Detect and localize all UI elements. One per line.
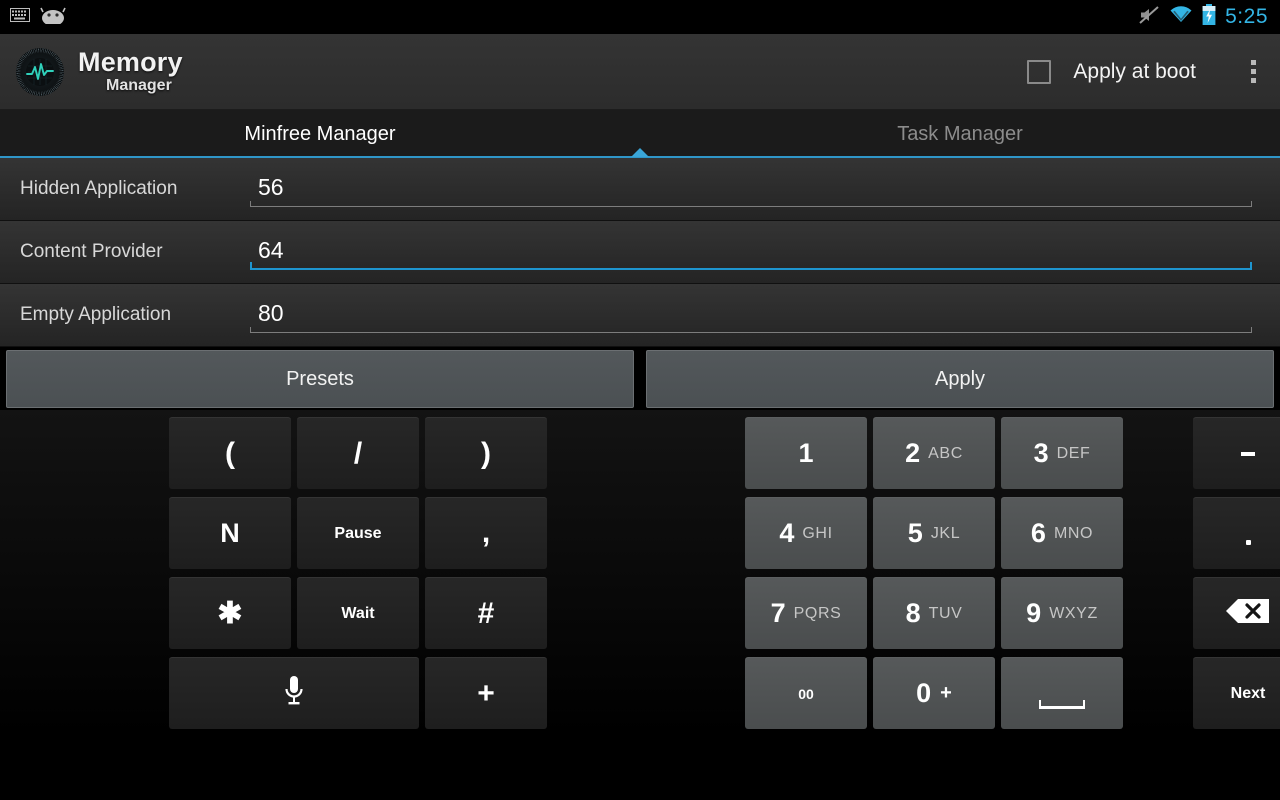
key-8[interactable]: 8 TUV [873,577,995,649]
action-bar-right: Apply at boot [1027,42,1280,102]
key-0[interactable]: 0 + [873,657,995,729]
key-pause[interactable]: Pause [297,497,419,569]
field-empty-application[interactable]: 80 [250,284,1280,347]
app-title-primary: Memory [78,47,183,77]
spacebar-icon [1039,700,1085,709]
key-2[interactable]: 2 ABC [873,417,995,489]
key-wait[interactable]: Wait [297,577,419,649]
key-slash[interactable]: / [297,417,419,489]
key-minus[interactable] [1193,417,1280,489]
memory-waveform-icon [16,47,64,96]
battery-charging-icon [1202,3,1216,31]
key-4[interactable]: 4 GHI [745,497,867,569]
row-hidden-application[interactable]: Hidden Application 56 [0,158,1280,221]
apply-at-boot-label[interactable]: Apply at boot [1073,60,1196,84]
navigation-bar [0,735,1280,800]
app-title-secondary: Manager [106,77,172,94]
underline-empty-application [250,326,1252,333]
app-title: Memory Manager [78,49,183,94]
onscreen-keyboard: ( / ) N Pause , ✱ Wait # + 1 2 ABC 3 DEF… [0,410,1280,735]
action-button-row: Presets Apply [0,348,1280,410]
apply-button[interactable]: Apply [646,350,1274,408]
key-close-paren[interactable]: ) [425,417,547,489]
row-empty-application[interactable]: Empty Application 80 [0,284,1280,347]
value-hidden-application: 56 [258,173,284,200]
tab-minfree-manager[interactable]: Minfree Manager [0,110,640,158]
microphone-icon [283,674,305,713]
key-double-zero[interactable]: 00 [745,657,867,729]
value-content-provider: 64 [258,236,284,263]
key-3[interactable]: 3 DEF [1001,417,1123,489]
minus-icon [1241,451,1255,456]
status-bar-right-icons: 5:25 [1138,3,1280,31]
key-7[interactable]: 7 PQRS [745,577,867,649]
label-empty-application: Empty Application [20,304,172,325]
key-9[interactable]: 9 WXYZ [1001,577,1123,649]
android-screen: 5:25 Memory Manager Apply at boot Minfre… [0,0,1280,800]
key-comma[interactable]: , [425,497,547,569]
key-next[interactable]: Next [1193,657,1280,729]
underline-content-provider [250,261,1252,270]
value-empty-application: 80 [258,299,284,326]
key-6[interactable]: 6 MNO [1001,497,1123,569]
key-1[interactable]: 1 [745,417,867,489]
overflow-menu-icon[interactable] [1232,42,1274,102]
period-icon [1245,540,1251,545]
status-bar-clock: 5:25 [1225,5,1268,28]
key-voice-input[interactable] [169,657,419,729]
apply-at-boot-checkbox[interactable] [1027,59,1052,84]
key-space[interactable] [1001,657,1123,729]
tab-indicator-caret [631,148,649,157]
key-n[interactable]: N [169,497,291,569]
key-asterisk[interactable]: ✱ [169,577,291,649]
presets-button[interactable]: Presets [6,350,634,408]
backspace-icon [1225,597,1271,630]
key-5[interactable]: 5 JKL [873,497,995,569]
minfree-form: Hidden Application 56 Content Provider 6… [0,158,1280,347]
wifi-icon [1169,5,1193,29]
key-open-paren[interactable]: ( [169,417,291,489]
underline-hidden-application [250,200,1252,207]
status-bar-left-icons [0,6,66,29]
android-head-icon [40,6,66,29]
key-hash[interactable]: # [425,577,547,649]
key-backspace[interactable] [1193,577,1280,649]
keyboard-icon [10,7,30,27]
status-bar: 5:25 [0,0,1280,34]
label-content-provider: Content Provider [20,241,163,262]
field-hidden-application[interactable]: 56 [250,158,1280,221]
mute-icon [1138,5,1160,30]
key-period[interactable] [1193,497,1280,569]
label-hidden-application: Hidden Application [20,178,178,199]
field-content-provider[interactable]: 64 [250,221,1280,284]
row-content-provider[interactable]: Content Provider 64 [0,221,1280,284]
tab-task-manager[interactable]: Task Manager [640,110,1280,158]
action-bar: Memory Manager Apply at boot [0,34,1280,110]
key-plus[interactable]: + [425,657,547,729]
